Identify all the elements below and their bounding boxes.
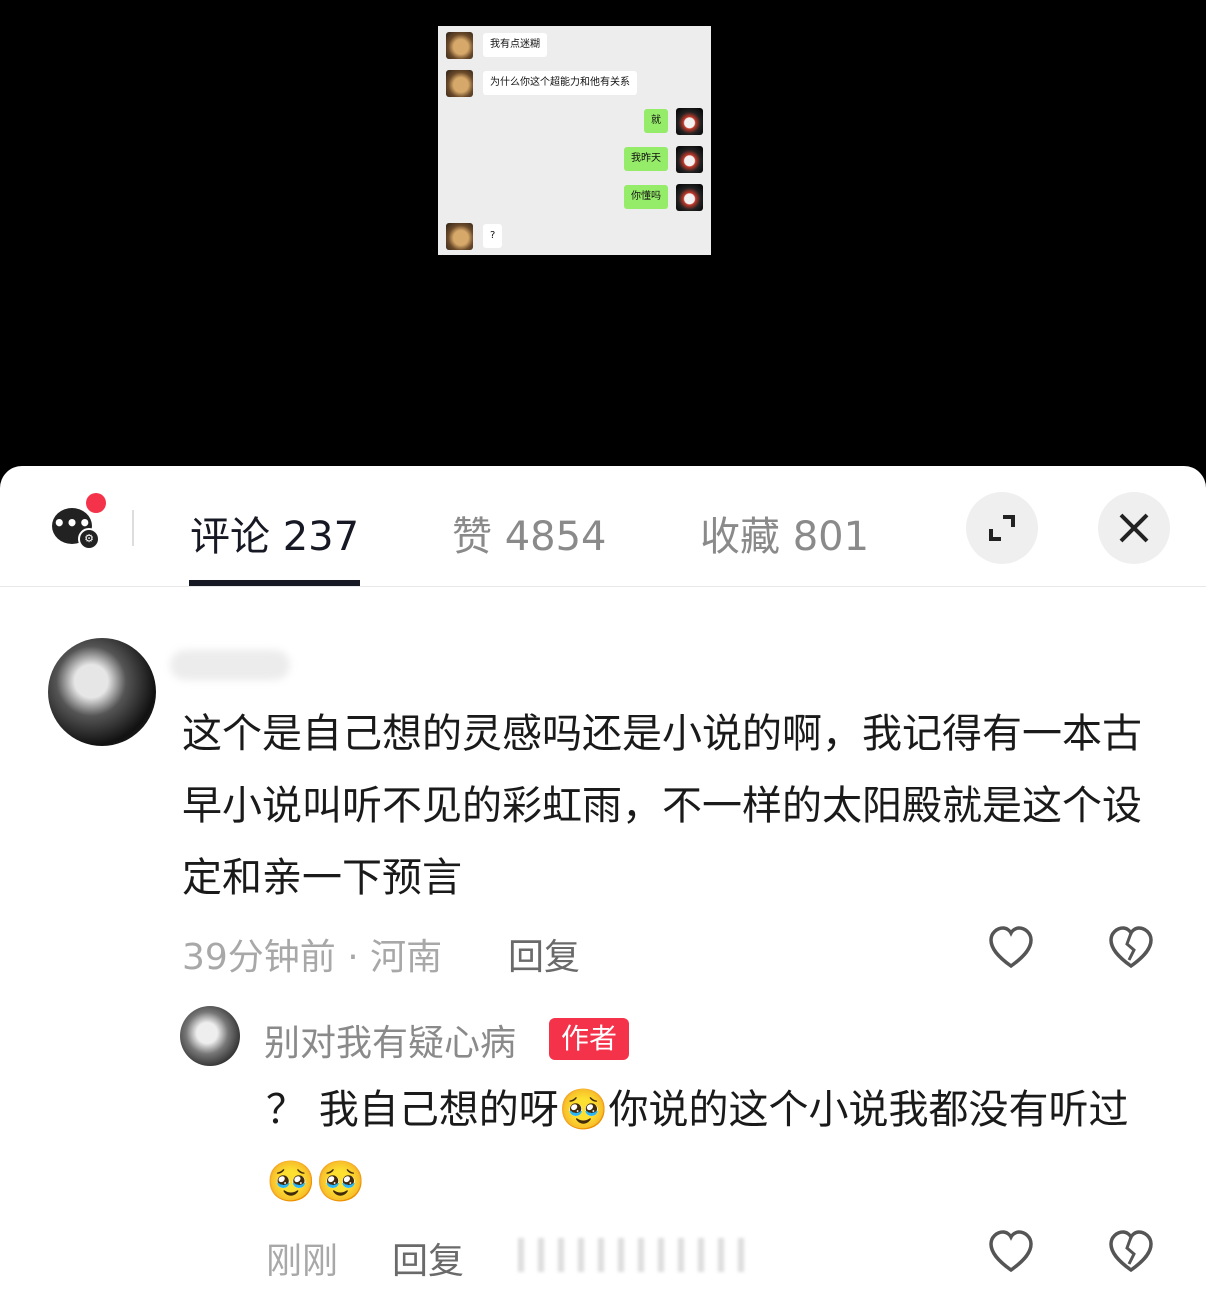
chat-message: 我有点迷糊 [446, 32, 706, 59]
chat-bubble: 我昨天 [624, 147, 668, 171]
avatar[interactable] [48, 638, 156, 746]
blurred-region [518, 1238, 748, 1272]
chat-message: ? [446, 223, 706, 250]
heart-icon[interactable] [987, 1228, 1035, 1276]
penguin-avatar [676, 184, 703, 211]
penguin-avatar [676, 146, 703, 173]
author-badge: 作者 [549, 1018, 630, 1060]
gear-icon: ⚙ [78, 528, 100, 550]
pleading-emoji: 🥹 [315, 1159, 366, 1205]
broken-heart-icon[interactable] [1107, 924, 1155, 972]
comment-text: 这个是自己想的灵感吗还是小说的啊，我记得有一本古早小说叫听不见的彩虹雨，不一样的… [182, 711, 1142, 901]
chat-message: 为什么你这个超能力和他有关系 [446, 70, 706, 97]
divider [132, 510, 134, 546]
expand-icon [989, 515, 1015, 541]
reply-text-part: 你说的这个小说我都没有听过 [608, 1087, 1129, 1133]
media-area: 我有点迷糊 为什么你这个超能力和他有关系 就 我昨天 你懂吗 ? [0, 0, 1206, 470]
close-icon [1119, 513, 1149, 543]
close-button[interactable] [1098, 492, 1170, 564]
chat-bubble-icon[interactable]: ••• ⚙ [52, 508, 100, 550]
chat-bubble: 你懂吗 [624, 185, 668, 209]
chat-message: 就 [446, 108, 703, 135]
reply-meta: 刚刚 [266, 1241, 339, 1282]
reply-text: ？ 我自己想的呀🥹你说的这个小说我都没有听过🥹🥹 [266, 1074, 1166, 1218]
comment-sheet: ••• ⚙ 评论 237 赞 4854 收藏 801 这个是自己想的灵感吗还是小… [0, 466, 1206, 1302]
tab-favorites[interactable]: 收藏 801 [700, 504, 869, 562]
chat-message: 我昨天 [446, 146, 703, 173]
dog-avatar [446, 223, 473, 250]
chat-bubble: 为什么你这个超能力和他有关系 [483, 71, 637, 95]
expand-button[interactable] [966, 492, 1038, 564]
pleading-emoji: 🥹 [558, 1087, 609, 1133]
chat-message: 你懂吗 [446, 184, 703, 211]
username-blurred [170, 650, 290, 680]
notification-dot [86, 493, 106, 513]
reply-text-part: ？ 我自己想的呀 [266, 1087, 559, 1133]
tab-likes[interactable]: 赞 4854 [452, 504, 607, 562]
heart-icon[interactable] [987, 924, 1035, 972]
active-tab-indicator [189, 580, 360, 586]
broken-heart-icon[interactable] [1107, 1228, 1155, 1276]
chat-screenshot: 我有点迷糊 为什么你这个超能力和他有关系 就 我昨天 你懂吗 ? [438, 26, 711, 255]
tabs-bar: ••• ⚙ 评论 237 赞 4854 收藏 801 [0, 466, 1206, 587]
chat-bubble: ? [483, 224, 503, 248]
chat-bubble: 我有点迷糊 [483, 33, 547, 57]
dog-avatar [446, 32, 473, 59]
penguin-avatar [676, 108, 703, 135]
dog-avatar [446, 70, 473, 97]
author-name[interactable]: 别对我有疑心病 [264, 1014, 516, 1066]
reply-button[interactable]: 回复 [508, 928, 580, 980]
avatar[interactable] [180, 1006, 240, 1066]
chat-bubble: 就 [644, 109, 668, 133]
comment-meta: 39分钟前 · 河南 [182, 937, 443, 978]
pleading-emoji: 🥹 [266, 1159, 316, 1205]
reply-button[interactable]: 回复 [392, 1232, 464, 1284]
tab-comments[interactable]: 评论 237 [190, 504, 359, 562]
